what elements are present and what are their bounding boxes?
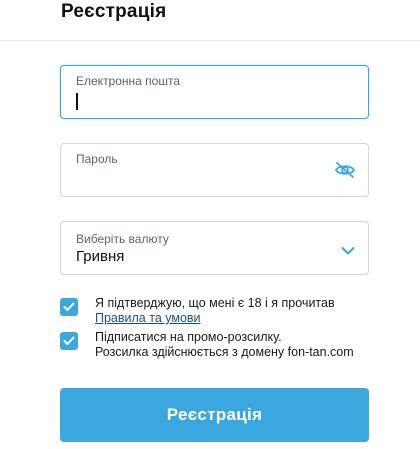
password-label: Пароль	[76, 152, 118, 166]
page-header: Реєстрація	[0, 0, 420, 41]
promo-text-block: Підписатися на промо-розсилку. Розсилка …	[95, 330, 354, 360]
terms-link[interactable]: Правила та умови	[95, 311, 201, 325]
promo-text-line2: Розсилка здійснюється з домену fon-tan.c…	[95, 345, 354, 359]
checkmark-icon	[63, 336, 75, 345]
promo-checkbox[interactable]	[60, 332, 78, 350]
register-button[interactable]: Реєстрація	[60, 388, 369, 442]
terms-checkbox[interactable]	[60, 298, 78, 316]
password-field[interactable]: Пароль	[60, 143, 369, 197]
promo-text-line1: Підписатися на промо-розсилку.	[95, 330, 282, 344]
email-label: Електронна пошта	[76, 74, 181, 88]
terms-text: Я підтверджую, що мені є 18 і я прочитав	[95, 296, 335, 310]
text-caret	[76, 93, 78, 110]
currency-label: Виберіть валюту	[76, 232, 169, 246]
checkmark-icon	[63, 302, 75, 311]
terms-text-block: Я підтверджую, що мені є 18 і я прочитав…	[95, 296, 335, 326]
eye-off-icon[interactable]	[334, 161, 356, 179]
page-title: Реєстрація	[61, 1, 167, 22]
email-field[interactable]: Електронна пошта	[60, 65, 369, 119]
currency-select[interactable]: Виберіть валюту Гривня	[60, 221, 369, 275]
currency-value: Гривня	[76, 248, 125, 265]
chevron-down-icon[interactable]	[341, 243, 355, 255]
